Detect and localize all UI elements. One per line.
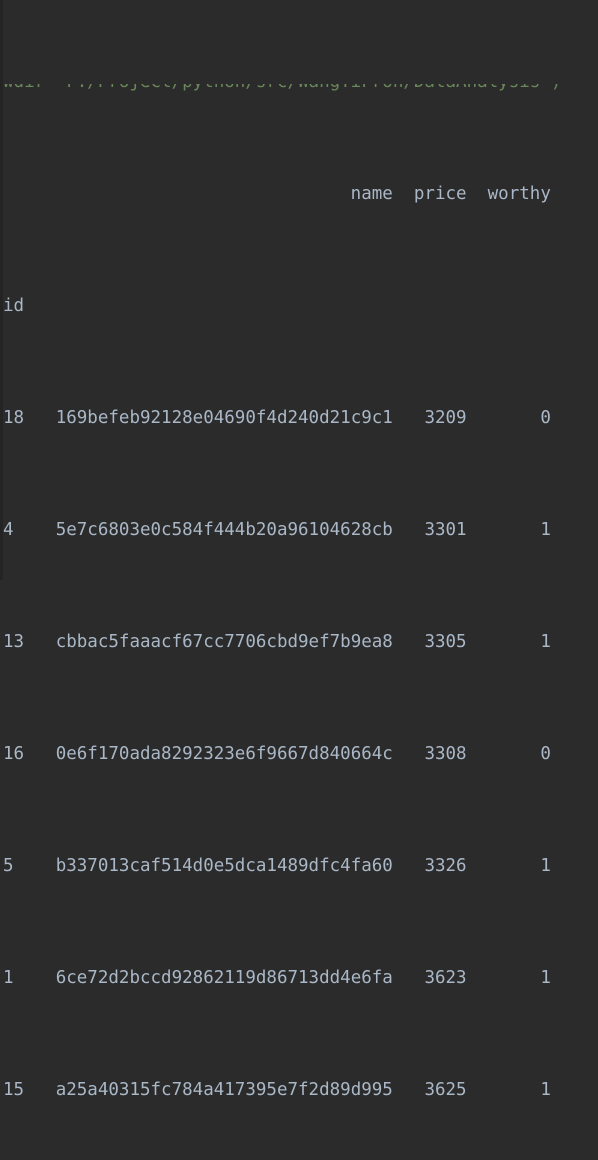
table-header-text: name price worthy [3, 184, 551, 204]
row-worthy: 1 [466, 520, 551, 540]
row-worthy: 1 [466, 632, 551, 652]
index-label-row: id [3, 292, 598, 320]
table-row: 4 5e7c6803e0c584f444b20a96104628cb 3301 … [3, 516, 598, 544]
row-name: 5e7c6803e0c584f444b20a96104628cb [45, 520, 393, 540]
row-name: cbbac5faaacf67cc7706cbd9ef7b9ea8 [45, 632, 393, 652]
table-row: 5 b337013caf514d0e5dca1489dfc4fa60 3326 … [3, 852, 598, 880]
row-name: 169befeb92128e04690f4d240d21c9c1 [45, 408, 393, 428]
row-worthy: 1 [466, 1080, 551, 1100]
index-label-text: id [3, 296, 25, 316]
row-id: 15 [3, 1080, 46, 1100]
row-price: 3625 [392, 1080, 467, 1100]
table-row: 1 6ce72d2bccd92862119d86713dd4e6fa 3623 … [3, 964, 598, 992]
console-output-pane[interactable]: wdir='F:/Project/python/src/WangYiFron/D… [0, 0, 598, 1100]
row-worthy: 0 [466, 408, 551, 428]
row-price: 3305 [392, 632, 467, 652]
row-worthy: 0 [466, 744, 551, 764]
row-name: 0e6f170ada8292323e6f9667d840664c [45, 744, 393, 764]
row-id: 4 [3, 520, 46, 540]
table-row: 16 0e6f170ada8292323e6f9667d840664c 3308… [3, 740, 598, 768]
row-id: 18 [3, 408, 46, 428]
row-price: 3308 [392, 744, 467, 764]
table-row: 13 cbbac5faaacf67cc7706cbd9ef7b9ea8 3305… [3, 628, 598, 656]
table-header-row: name price worthy [3, 180, 598, 208]
table-row: 18 169befeb92128e04690f4d240d21c9c1 3209… [3, 404, 598, 432]
row-id: 5 [3, 856, 46, 876]
command-echo-text: wdir='F:/Project/python/src/WangYiFron/D… [3, 84, 598, 96]
console-text-stream: wdir='F:/Project/python/src/WangYiFron/D… [3, 0, 598, 1160]
command-echo-line: wdir='F:/Project/python/src/WangYiFron/D… [3, 84, 598, 96]
row-id: 13 [3, 632, 46, 652]
row-price: 3623 [392, 968, 467, 988]
row-worthy: 1 [466, 856, 551, 876]
row-price: 3326 [392, 856, 467, 876]
row-name: b337013caf514d0e5dca1489dfc4fa60 [45, 856, 393, 876]
row-id: 1 [3, 968, 46, 988]
row-name: a25a40315fc784a417395e7f2d89d995 [45, 1080, 393, 1100]
table-row: 15 a25a40315fc784a417395e7f2d89d995 3625… [3, 1076, 598, 1104]
row-id: 16 [3, 744, 46, 764]
row-price: 3209 [392, 408, 467, 428]
row-worthy: 1 [466, 968, 551, 988]
row-name: 6ce72d2bccd92862119d86713dd4e6fa [45, 968, 393, 988]
row-price: 3301 [392, 520, 467, 540]
